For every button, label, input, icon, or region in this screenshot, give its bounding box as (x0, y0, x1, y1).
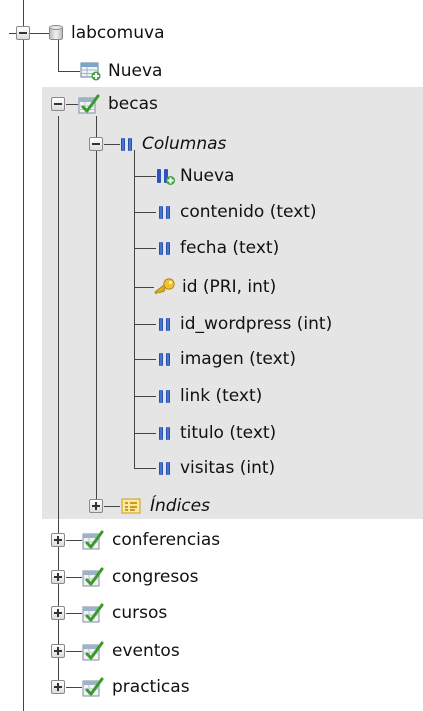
column-icon (158, 240, 172, 256)
database-label[interactable]: labcomuva (71, 23, 165, 43)
database-icon (49, 25, 63, 41)
column-item[interactable]: titulo (text) (158, 421, 276, 445)
table-icon (82, 602, 104, 624)
table-label[interactable]: conferencias (112, 530, 220, 550)
table-node[interactable]: practicas (82, 675, 190, 699)
columns-icon (120, 136, 134, 152)
database-node[interactable]: labcomuva (49, 21, 165, 45)
selected-table-highlight (42, 87, 423, 519)
new-table-link[interactable]: Nueva (80, 59, 162, 83)
column-item[interactable]: link (text) (158, 384, 262, 408)
indexes-icon (120, 497, 142, 515)
tree-line (134, 396, 156, 397)
column-item[interactable]: contenido (text) (158, 200, 317, 224)
table-icon (82, 640, 104, 662)
tree-line (134, 324, 156, 325)
tree-line (58, 71, 80, 72)
new-table-icon (80, 61, 102, 81)
tree-line (23, 0, 24, 711)
expand-indexes-toggle[interactable] (89, 499, 103, 513)
primary-key-icon (154, 278, 176, 296)
column-item[interactable]: imagen (text) (158, 347, 296, 371)
table-icon (82, 529, 104, 551)
table-node[interactable]: congresos (82, 565, 199, 589)
tree-line (66, 651, 82, 652)
tree-line (66, 540, 82, 541)
table-node[interactable]: conferencias (82, 528, 220, 552)
column-item[interactable]: fecha (text) (158, 236, 279, 260)
column-icon (158, 204, 172, 220)
columns-group[interactable]: Columnas (120, 132, 226, 156)
collapse-columns-toggle[interactable] (89, 137, 103, 151)
tree-line (96, 116, 97, 506)
column-label[interactable]: visitas (int) (180, 458, 275, 478)
column-icon (158, 460, 172, 476)
columns-group-label[interactable]: Columnas (142, 134, 226, 154)
table-label[interactable]: cursos (112, 603, 167, 623)
table-node-becas[interactable]: becas (78, 92, 158, 116)
column-icon (158, 425, 172, 441)
expand-table-toggle[interactable] (51, 680, 65, 694)
tree-line (66, 613, 82, 614)
column-label[interactable]: id (PRI, int) (182, 277, 276, 297)
tree-line (134, 176, 156, 177)
column-icon (158, 388, 172, 404)
tree-line (134, 359, 156, 360)
navigation-tree: labcomuva Nueva becas Columnas Nueva con… (0, 0, 423, 711)
tree-line (30, 33, 50, 34)
table-node[interactable]: cursos (82, 601, 167, 625)
indexes-group[interactable]: Índices (120, 494, 210, 518)
tree-line (134, 433, 156, 434)
column-label[interactable]: link (text) (180, 386, 262, 406)
table-icon (82, 676, 104, 698)
expand-table-toggle[interactable] (51, 570, 65, 584)
table-label[interactable]: eventos (112, 641, 180, 661)
column-label[interactable]: id_wordpress (int) (180, 314, 332, 334)
column-item[interactable]: visitas (int) (158, 456, 275, 480)
collapse-table-toggle[interactable] (51, 97, 65, 111)
tree-line (134, 468, 156, 469)
column-icon (158, 351, 172, 367)
indexes-group-label[interactable]: Índices (150, 496, 210, 516)
tree-line (134, 212, 156, 213)
table-label[interactable]: becas (108, 94, 158, 114)
column-label[interactable]: fecha (text) (180, 238, 279, 258)
expand-table-toggle[interactable] (51, 644, 65, 658)
tree-line (104, 506, 120, 507)
tree-line (104, 144, 120, 145)
table-icon (78, 93, 100, 115)
tree-line (66, 577, 82, 578)
table-node[interactable]: eventos (82, 639, 180, 663)
expand-table-toggle[interactable] (51, 606, 65, 620)
column-icon (158, 316, 172, 332)
column-label[interactable]: contenido (text) (180, 202, 317, 222)
new-column-label[interactable]: Nueva (180, 166, 234, 186)
tree-line (66, 687, 82, 688)
table-label[interactable]: practicas (112, 677, 190, 697)
expand-table-toggle[interactable] (51, 533, 65, 547)
new-column-icon (156, 166, 176, 186)
new-column-link[interactable]: Nueva (156, 164, 234, 188)
table-label[interactable]: congresos (112, 567, 199, 587)
column-item[interactable]: id_wordpress (int) (158, 312, 332, 336)
new-table-label[interactable]: Nueva (108, 61, 162, 81)
tree-line (134, 287, 154, 288)
tree-line (58, 116, 59, 687)
column-label[interactable]: imagen (text) (180, 349, 296, 369)
tree-line (134, 150, 135, 468)
tree-line (66, 104, 78, 105)
column-label[interactable]: titulo (text) (180, 423, 276, 443)
collapse-database-toggle[interactable] (16, 26, 30, 40)
table-icon (82, 566, 104, 588)
tree-line (134, 248, 156, 249)
column-item[interactable]: id (PRI, int) (154, 275, 276, 299)
